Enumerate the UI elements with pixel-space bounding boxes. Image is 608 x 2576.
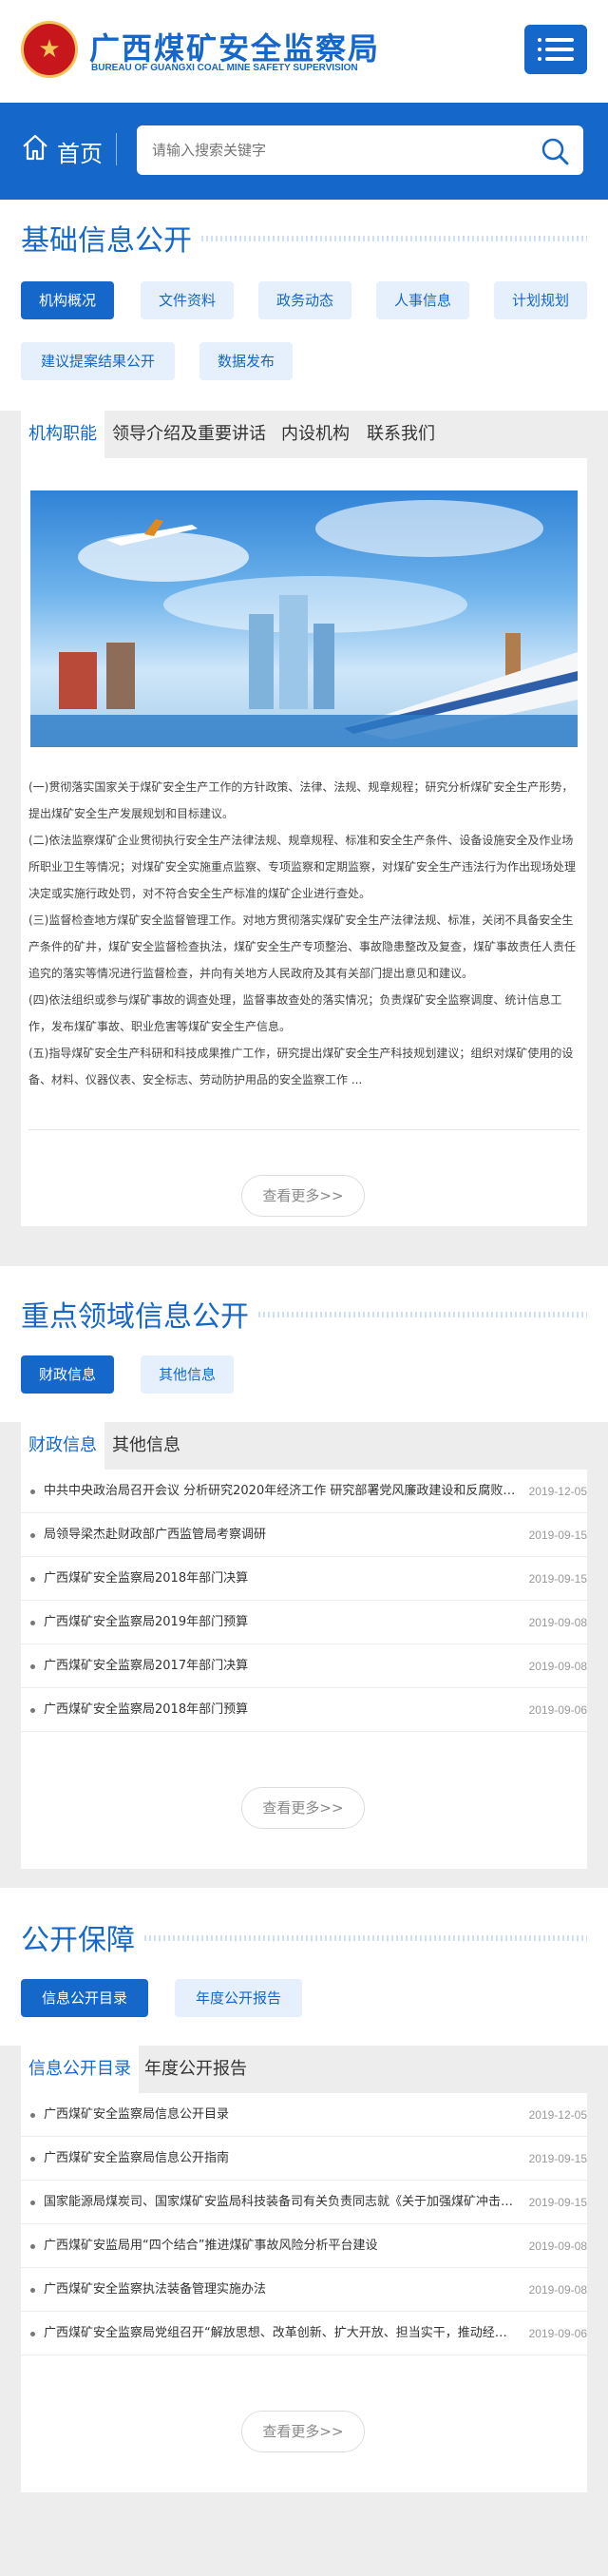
function-item: (二)依法监察煤矿企业贯彻执行安全生产法律法规、规章规程、标准和安全生产条件、设… bbox=[28, 834, 577, 900]
section-title-decoration bbox=[201, 236, 587, 241]
news-title[interactable]: 中共中央政治局召开会议 分析研究2020年经济工作 研究部署党风廉政建设和反腐败… bbox=[44, 1470, 519, 1513]
function-item: (三)监督检查地方煤矿安全监督管理工作。对地方贯彻落实煤矿安全生产法律法规、标准… bbox=[28, 913, 577, 980]
city-banner-image bbox=[30, 490, 578, 747]
pill-finance[interactable]: 财政信息 bbox=[21, 1355, 114, 1394]
news-date: 2019-09-06 bbox=[528, 1703, 587, 1717]
function-item: (四)依法组织或参与煤矿事故的调查处理，监督事故查处的落实情况；负责煤矿安全监察… bbox=[28, 993, 562, 1033]
key-areas-panel-bg: 财政信息 其他信息 中共中央政治局召开会议 分析研究2020年经济工作 研究部署… bbox=[0, 1422, 608, 1888]
divider bbox=[116, 133, 117, 165]
section-title-basic-info: 基础信息公开 bbox=[21, 224, 192, 258]
news-title[interactable]: 广西煤矿安全监察局2017年部门决算 bbox=[44, 1644, 519, 1688]
news-date: 2019-09-15 bbox=[528, 2196, 587, 2209]
pill-planning[interactable]: 计划规划 bbox=[494, 281, 587, 319]
search-box bbox=[137, 125, 583, 175]
list-item[interactable]: 中共中央政治局召开会议 分析研究2020年经济工作 研究部署党风廉政建设和反腐败… bbox=[21, 1470, 587, 1513]
banner-illustration bbox=[30, 500, 578, 747]
list-item[interactable]: 国家能源局煤炭司、国家煤矿安监局科技装备司有关负责同志就《关于加强煤矿冲击地压源… bbox=[21, 2181, 587, 2224]
list-item[interactable]: 广西煤矿安全监察局信息公开指南 2019-09-15 bbox=[21, 2137, 587, 2181]
pill-org-overview[interactable]: 机构概况 bbox=[21, 281, 114, 319]
news-date: 2019-09-06 bbox=[528, 2327, 587, 2340]
tab-org-functions[interactable]: 机构职能 bbox=[21, 411, 104, 458]
home-link[interactable]: 首页 bbox=[57, 135, 103, 168]
search-icon[interactable] bbox=[540, 136, 570, 166]
news-title[interactable]: 广西煤矿安全监察局信息公开指南 bbox=[44, 2137, 519, 2181]
news-date: 2019-09-15 bbox=[528, 2152, 587, 2165]
news-title[interactable]: 广西煤矿安全监察局信息公开目录 bbox=[44, 2093, 519, 2137]
org-functions-text: (一)贯彻落实国家关于煤矿安全生产工作的方针政策、法律、法规、规章规程；研究分析… bbox=[28, 774, 581, 1093]
section-title-decoration bbox=[258, 1312, 587, 1317]
pill-proposal-results[interactable]: 建议提案结果公开 bbox=[21, 342, 175, 380]
national-emblem-logo bbox=[21, 21, 78, 78]
news-title[interactable]: 广西煤矿安全监察执法装备管理实施办法 bbox=[44, 2268, 519, 2312]
list-item[interactable]: 广西煤矿安全监察局2019年部门预算 2019-09-08 bbox=[21, 1601, 587, 1644]
menu-button[interactable] bbox=[524, 25, 587, 74]
function-item: (五)指导煤矿安全生产科研和科技成果推广工作，研究提出煤矿安全生产科技规划建议；… bbox=[28, 1047, 574, 1086]
pill-info-catalog[interactable]: 信息公开目录 bbox=[21, 1979, 148, 2017]
section-title-decoration bbox=[144, 1935, 587, 1941]
news-date: 2019-12-05 bbox=[528, 2108, 587, 2122]
list-item[interactable]: 广西煤矿安全监察局信息公开目录 2019-12-05 bbox=[21, 2093, 587, 2137]
news-date: 2019-09-15 bbox=[528, 1528, 587, 1542]
view-more-button[interactable]: 查看更多>> bbox=[241, 1175, 365, 1217]
news-title[interactable]: 广西煤矿安全监察局2018年部门决算 bbox=[44, 1557, 519, 1601]
guarantee-tabs: 信息公开目录 年度公开报告 bbox=[21, 2046, 587, 2093]
site-header: 广西煤矿安全监察局 BUREAU OF GUANGXI COAL MINE SA… bbox=[0, 0, 608, 103]
site-subtitle: BUREAU OF GUANGXI COAL MINE SAFETY SUPER… bbox=[91, 63, 358, 73]
pill-other[interactable]: 其他信息 bbox=[141, 1355, 234, 1394]
pill-data-release[interactable]: 数据发布 bbox=[200, 342, 293, 380]
key-areas-tabs: 财政信息 其他信息 bbox=[21, 1422, 587, 1470]
tab-annual-report[interactable]: 年度公开报告 bbox=[144, 2046, 247, 2093]
pill-documents[interactable]: 文件资料 bbox=[141, 281, 234, 319]
section-title-guarantee: 公开保障 bbox=[21, 1924, 135, 1957]
news-date: 2019-12-05 bbox=[528, 1485, 587, 1498]
view-more-button[interactable]: 查看更多>> bbox=[241, 1787, 365, 1829]
list-item[interactable]: 广西煤矿安全监察局2018年部门预算 2019-09-06 bbox=[21, 1688, 587, 1732]
news-date: 2019-09-08 bbox=[528, 1616, 587, 1629]
news-date: 2019-09-08 bbox=[528, 1660, 587, 1673]
function-item: (一)贯彻落实国家关于煤矿安全生产工作的方针政策、法律、法规、规章规程；研究分析… bbox=[28, 780, 574, 820]
search-input[interactable] bbox=[152, 125, 513, 175]
list-item[interactable]: 广西煤矿安监局用“四个结合”推进煤矿事故风险分析平台建设 2019-09-08 bbox=[21, 2224, 587, 2268]
guarantee-panel-bg: 信息公开目录 年度公开报告 广西煤矿安全监察局信息公开目录 2019-12-05 … bbox=[0, 2046, 608, 2576]
section-title-key-areas: 重点领域信息公开 bbox=[21, 1300, 249, 1334]
news-date: 2019-09-08 bbox=[528, 2240, 587, 2253]
tab-other[interactable]: 其他信息 bbox=[112, 1422, 180, 1470]
pill-personnel[interactable]: 人事信息 bbox=[376, 281, 469, 319]
tab-leadership[interactable]: 领导介绍及重要讲话 bbox=[112, 411, 266, 458]
home-icon[interactable] bbox=[21, 133, 49, 162]
pill-annual-report[interactable]: 年度公开报告 bbox=[175, 1979, 302, 2017]
news-title[interactable]: 国家能源局煤炭司、国家煤矿安监局科技装备司有关负责同志就《关于加强煤矿冲击地压源… bbox=[44, 2181, 519, 2224]
list-item[interactable]: 广西煤矿安全监察局2018年部门决算 2019-09-15 bbox=[21, 1557, 587, 1601]
tab-info-catalog[interactable]: 信息公开目录 bbox=[21, 2046, 139, 2093]
news-date: 2019-09-08 bbox=[528, 2283, 587, 2297]
news-title[interactable]: 广西煤矿安全监察局党组召开“解放思想、改革创新、扩大开放、担当实干，推动经济高质… bbox=[44, 2312, 519, 2355]
pill-gov-news[interactable]: 政务动态 bbox=[258, 281, 352, 319]
basic-info-tabs: 机构职能 领导介绍及重要讲话 内设机构 联系我们 bbox=[21, 411, 587, 458]
news-title[interactable]: 局领导梁杰赴财政部广西监管局考察调研 bbox=[44, 1513, 519, 1557]
tab-contact[interactable]: 联系我们 bbox=[367, 411, 435, 458]
list-item[interactable]: 广西煤矿安全监察执法装备管理实施办法 2019-09-08 bbox=[21, 2268, 587, 2312]
basic-info-card: 机构职能 领导介绍及重要讲话 内设机构 联系我们 (一)贯彻落实国家关于煤矿安全… bbox=[21, 411, 587, 1226]
news-title[interactable]: 广西煤矿安全监察局2019年部门预算 bbox=[44, 1601, 519, 1644]
guarantee-news-list: 广西煤矿安全监察局信息公开目录 2019-12-05 广西煤矿安全监察局信息公开指… bbox=[21, 2093, 587, 2492]
list-item[interactable]: 局领导梁杰赴财政部广西监管局考察调研 2019-09-15 bbox=[21, 1513, 587, 1557]
basic-info-panel-bg: 机构职能 领导介绍及重要讲话 内设机构 联系我们 (一)贯彻落实国家关于煤矿安全… bbox=[0, 411, 608, 1266]
news-title[interactable]: 广西煤矿安监局用“四个结合”推进煤矿事故风险分析平台建设 bbox=[44, 2224, 519, 2268]
news-date: 2019-09-15 bbox=[528, 1572, 587, 1586]
view-more-button[interactable]: 查看更多>> bbox=[241, 2411, 365, 2452]
tab-finance[interactable]: 财政信息 bbox=[21, 1422, 104, 1470]
search-bar-band: 首页 bbox=[0, 103, 608, 200]
menu-icon bbox=[538, 38, 542, 42]
basic-info-content: (一)贯彻落实国家关于煤矿安全生产工作的方针政策、法律、法规、规章规程；研究分析… bbox=[21, 458, 587, 1226]
tab-departments[interactable]: 内设机构 bbox=[281, 411, 350, 458]
finance-news-list: 中共中央政治局召开会议 分析研究2020年经济工作 研究部署党风廉政建设和反腐败… bbox=[21, 1470, 587, 1869]
news-title[interactable]: 广西煤矿安全监察局2018年部门预算 bbox=[44, 1688, 519, 1732]
list-item[interactable]: 广西煤矿安全监察局2017年部门决算 2019-09-08 bbox=[21, 1644, 587, 1688]
divider bbox=[28, 1129, 580, 1130]
list-item[interactable]: 广西煤矿安全监察局党组召开“解放思想、改革创新、扩大开放、担当实干，推动经济高质… bbox=[21, 2312, 587, 2355]
